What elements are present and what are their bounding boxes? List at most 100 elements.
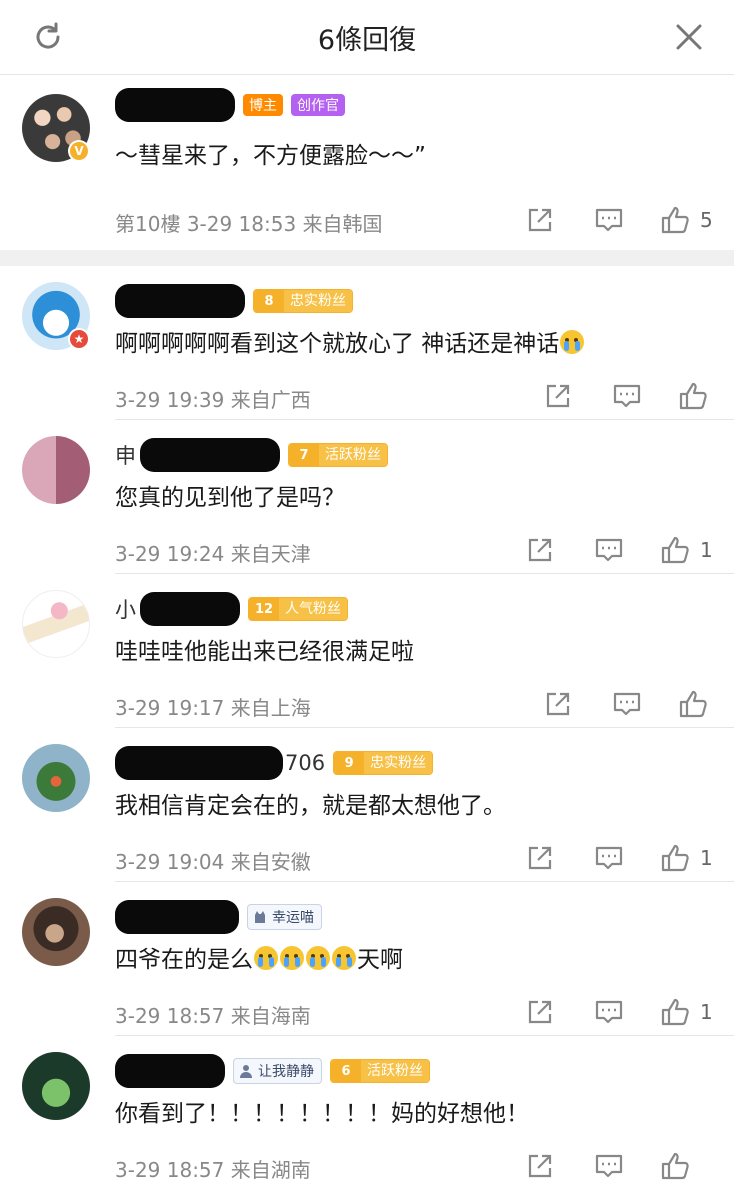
like-count: 1 xyxy=(700,1000,713,1024)
username-redacted[interactable] xyxy=(115,1054,225,1088)
comment-time: 3-29 19:17 xyxy=(115,696,225,720)
comment-text: 四爷在的是么 天啊 xyxy=(115,946,403,973)
like-icon xyxy=(661,1152,689,1180)
comment-item: 让我静静 6 活跃粉丝 你看到了！！！！！！！！妈的好想他！ 3-29 18:57… xyxy=(0,1036,734,1200)
username-redacted[interactable] xyxy=(115,900,239,934)
reply-button[interactable] xyxy=(612,686,642,722)
role-badge-creator: 创作官 xyxy=(291,94,345,116)
like-button[interactable] xyxy=(678,686,718,722)
comment-text: 哇哇哇他能出来已经很满足啦 xyxy=(115,639,414,665)
share-button[interactable] xyxy=(526,840,554,876)
reply-button[interactable] xyxy=(594,532,624,568)
comment-item: 小 12 人气粉丝 哇哇哇他能出来已经很满足啦 3-29 19:17 来自上海 xyxy=(0,574,734,728)
person-icon xyxy=(240,1065,252,1078)
like-count: 1 xyxy=(700,846,713,870)
like-button[interactable] xyxy=(678,378,718,414)
avatar[interactable] xyxy=(22,590,90,658)
comment-item: 幸运喵 四爷在的是么 天啊 3-29 18:57 来自海南 1 xyxy=(0,882,734,1036)
comment-meta: 3-29 19:17 来自上海 xyxy=(115,692,311,721)
username-redacted[interactable] xyxy=(115,88,235,122)
reply-button[interactable] xyxy=(594,840,624,876)
like-count: 1 xyxy=(700,538,713,562)
like-icon xyxy=(679,690,707,718)
page-title: 6條回復 xyxy=(317,25,417,56)
like-count: 5 xyxy=(700,208,713,232)
comment-location: 来自韩国 xyxy=(302,212,383,236)
username-redacted[interactable] xyxy=(115,746,283,780)
share-icon xyxy=(528,846,552,870)
quiet-badge: 让我静静 xyxy=(233,1058,322,1084)
username-redacted[interactable] xyxy=(115,284,245,318)
share-icon xyxy=(528,1154,552,1178)
like-icon xyxy=(661,536,689,564)
crying-emoji-icon xyxy=(280,946,304,970)
avatar[interactable] xyxy=(22,436,90,504)
like-icon xyxy=(679,382,707,410)
comment-location: 来自湖南 xyxy=(230,1158,311,1182)
reply-icon xyxy=(595,208,623,232)
comment-time: 3-29 18:57 xyxy=(115,1158,225,1182)
like-icon xyxy=(661,844,689,872)
comment-text: 我相信肯定会在的，就是都太想他了。 xyxy=(115,793,506,819)
comment-location: 来自广西 xyxy=(230,388,311,412)
comment-meta: 3-29 18:57 来自海南 xyxy=(115,1000,311,1029)
share-button[interactable] xyxy=(544,378,572,414)
comment-item: 申 7 活跃粉丝 您真的见到他了是吗？ 3-29 19:24 来自天津 1 xyxy=(0,420,734,574)
crying-emoji-icon xyxy=(306,946,330,970)
fan-badge: 8 忠实粉丝 xyxy=(253,289,353,313)
share-button[interactable] xyxy=(526,994,554,1030)
reply-button[interactable] xyxy=(594,1148,624,1184)
username-redacted[interactable] xyxy=(140,438,280,472)
vip-badge-icon: V xyxy=(68,140,90,162)
reply-button[interactable] xyxy=(594,994,624,1030)
comment-location: 来自上海 xyxy=(230,696,311,720)
fan-badge: 9 忠实粉丝 xyxy=(333,751,434,775)
floor-number: 第10樓 xyxy=(115,212,181,236)
comment-meta: 3-29 19:39 来自广西 xyxy=(115,384,311,413)
crying-emoji-icon xyxy=(560,330,585,354)
avatar[interactable] xyxy=(22,744,90,812)
comment-text: ～彗星来了，不方便露脸～～” xyxy=(115,143,426,169)
reply-header: 6條回復 xyxy=(0,0,734,75)
share-button[interactable] xyxy=(544,686,572,722)
username[interactable]: 申 xyxy=(115,440,136,470)
reply-icon xyxy=(595,538,623,562)
comment-text: 你看到了！！！！！！！！妈的好想他！ xyxy=(115,1101,529,1127)
avatar[interactable] xyxy=(22,1052,90,1120)
share-button[interactable] xyxy=(526,202,554,238)
comment-text: 您真的见到他了是吗？ xyxy=(115,485,345,511)
share-button[interactable] xyxy=(526,1148,554,1184)
comment-item: ★ 8 忠实粉丝 啊啊啊啊啊看到这个就放心了 神话还是神话 3-29 19:39 … xyxy=(0,266,734,420)
like-button[interactable]: 1 xyxy=(660,532,713,568)
share-icon xyxy=(546,692,570,716)
share-icon xyxy=(528,1000,552,1024)
username[interactable]: 小 xyxy=(115,594,136,624)
comment-text: 啊啊啊啊啊看到这个就放心了 神话还是神话 xyxy=(115,324,585,358)
crying-emoji-icon xyxy=(254,946,278,970)
reply-button[interactable] xyxy=(594,202,624,238)
like-icon xyxy=(661,998,689,1026)
username-redacted[interactable] xyxy=(140,592,240,626)
reply-icon xyxy=(613,384,641,408)
username[interactable]: 706 xyxy=(285,751,325,775)
avatar[interactable] xyxy=(22,898,90,966)
close-icon xyxy=(676,24,702,50)
reply-icon xyxy=(613,692,641,716)
like-button[interactable]: 1 xyxy=(660,994,713,1030)
reply-icon xyxy=(595,1000,623,1024)
comment-meta: 第10樓 3-29 18:53 来自韩国 xyxy=(115,208,383,237)
comment-meta: 3-29 19:24 来自天津 xyxy=(115,538,311,567)
comment-time: 3-29 19:39 xyxy=(115,388,225,412)
like-button[interactable] xyxy=(660,1148,700,1184)
comment-location: 来自天津 xyxy=(230,542,311,566)
share-button[interactable] xyxy=(526,532,554,568)
close-button[interactable] xyxy=(668,16,710,58)
like-button[interactable]: 5 xyxy=(660,202,713,238)
like-button[interactable]: 1 xyxy=(660,840,713,876)
reply-icon xyxy=(595,1154,623,1178)
fan-badge: 7 活跃粉丝 xyxy=(288,443,388,467)
share-icon xyxy=(546,384,570,408)
comment-item: V 博主 创作官 ～彗星来了，不方便露脸～～” 第10樓 3-29 18:53 … xyxy=(0,78,734,248)
reply-button[interactable] xyxy=(612,378,642,414)
comment-meta: 3-29 19:04 来自安徽 xyxy=(115,846,311,875)
